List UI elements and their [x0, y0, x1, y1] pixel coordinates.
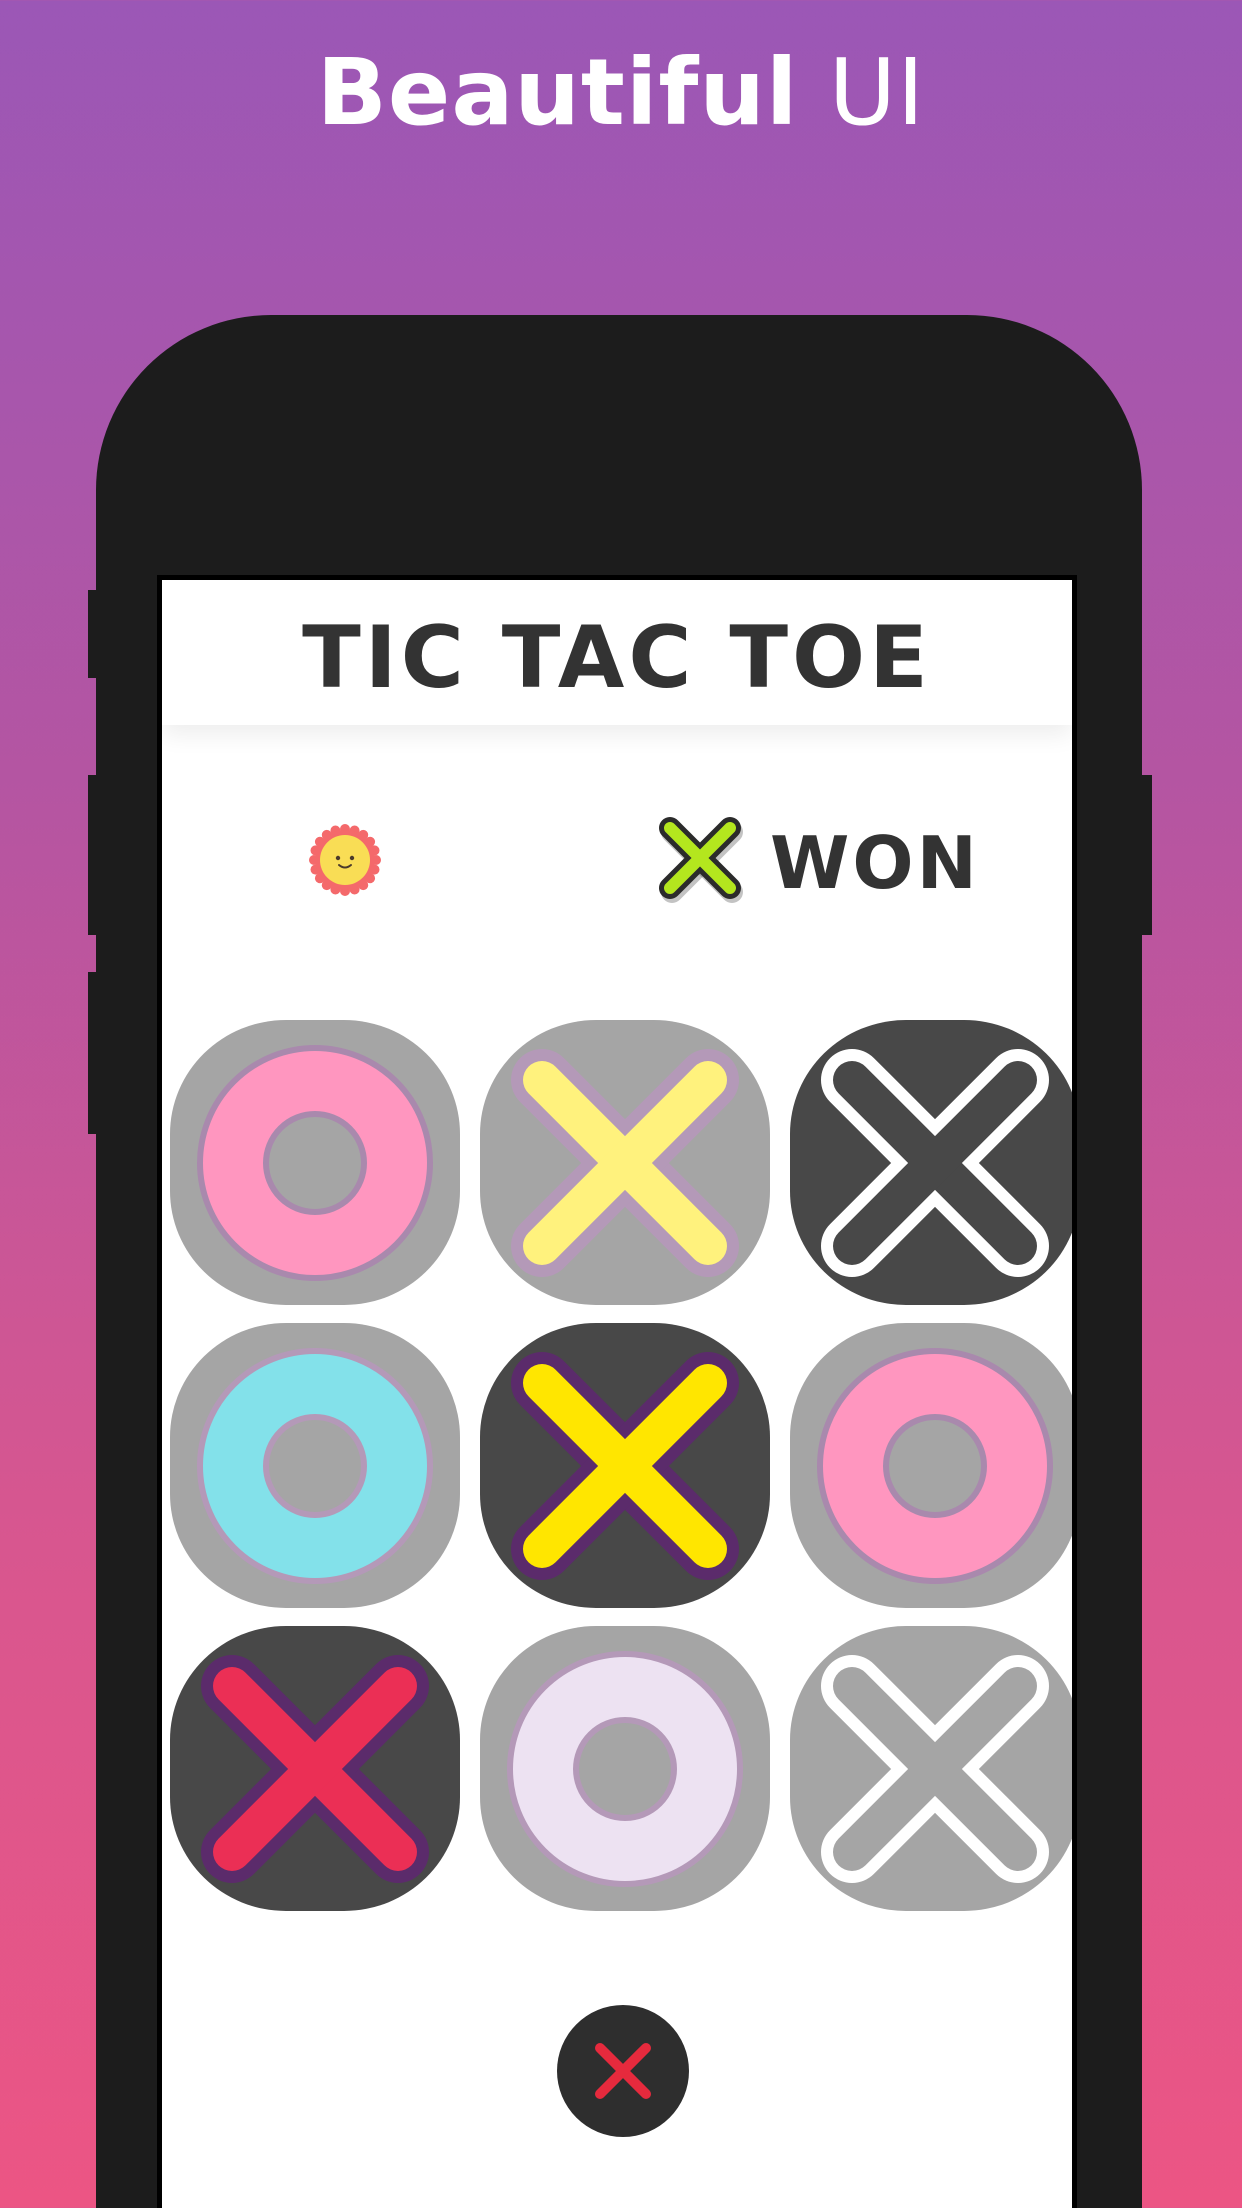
phone-screen: TIC TAC TOE WON [157, 575, 1077, 2208]
o-mark-icon [197, 1348, 433, 1584]
board-cell[interactable] [170, 1020, 460, 1305]
headline-bold: Beautiful [316, 39, 799, 146]
o-mark-icon [507, 1651, 743, 1887]
board-cell[interactable] [790, 1323, 1072, 1608]
board-cell[interactable] [480, 1626, 770, 1911]
board-cell[interactable] [790, 1626, 1072, 1911]
board-cell[interactable] [170, 1626, 460, 1911]
close-icon [595, 2043, 651, 2099]
winner-x-icon [659, 817, 743, 903]
x-mark-icon [511, 1352, 739, 1580]
board-cell[interactable] [480, 1020, 770, 1305]
app-title: TIC TAC TOE [302, 608, 932, 708]
won-label: WON [770, 821, 980, 905]
app-header: TIC TAC TOE [162, 580, 1072, 725]
game-board [162, 1020, 1072, 1911]
o-mark-icon [817, 1348, 1053, 1584]
promo-headline: Beautiful UI [0, 40, 1242, 145]
game-status: WON [162, 810, 1072, 920]
headline-light: UI [828, 39, 926, 146]
x-mark-icon [201, 1655, 429, 1883]
o-mark-icon [197, 1045, 433, 1281]
board-cell[interactable] [170, 1323, 460, 1608]
x-mark-icon [821, 1049, 1049, 1277]
board-cell[interactable] [790, 1020, 1072, 1305]
board-cell[interactable] [480, 1323, 770, 1608]
x-mark-icon [511, 1049, 739, 1277]
x-mark-icon [821, 1655, 1049, 1883]
sun-icon [309, 824, 381, 896]
reset-button[interactable] [557, 2005, 689, 2137]
